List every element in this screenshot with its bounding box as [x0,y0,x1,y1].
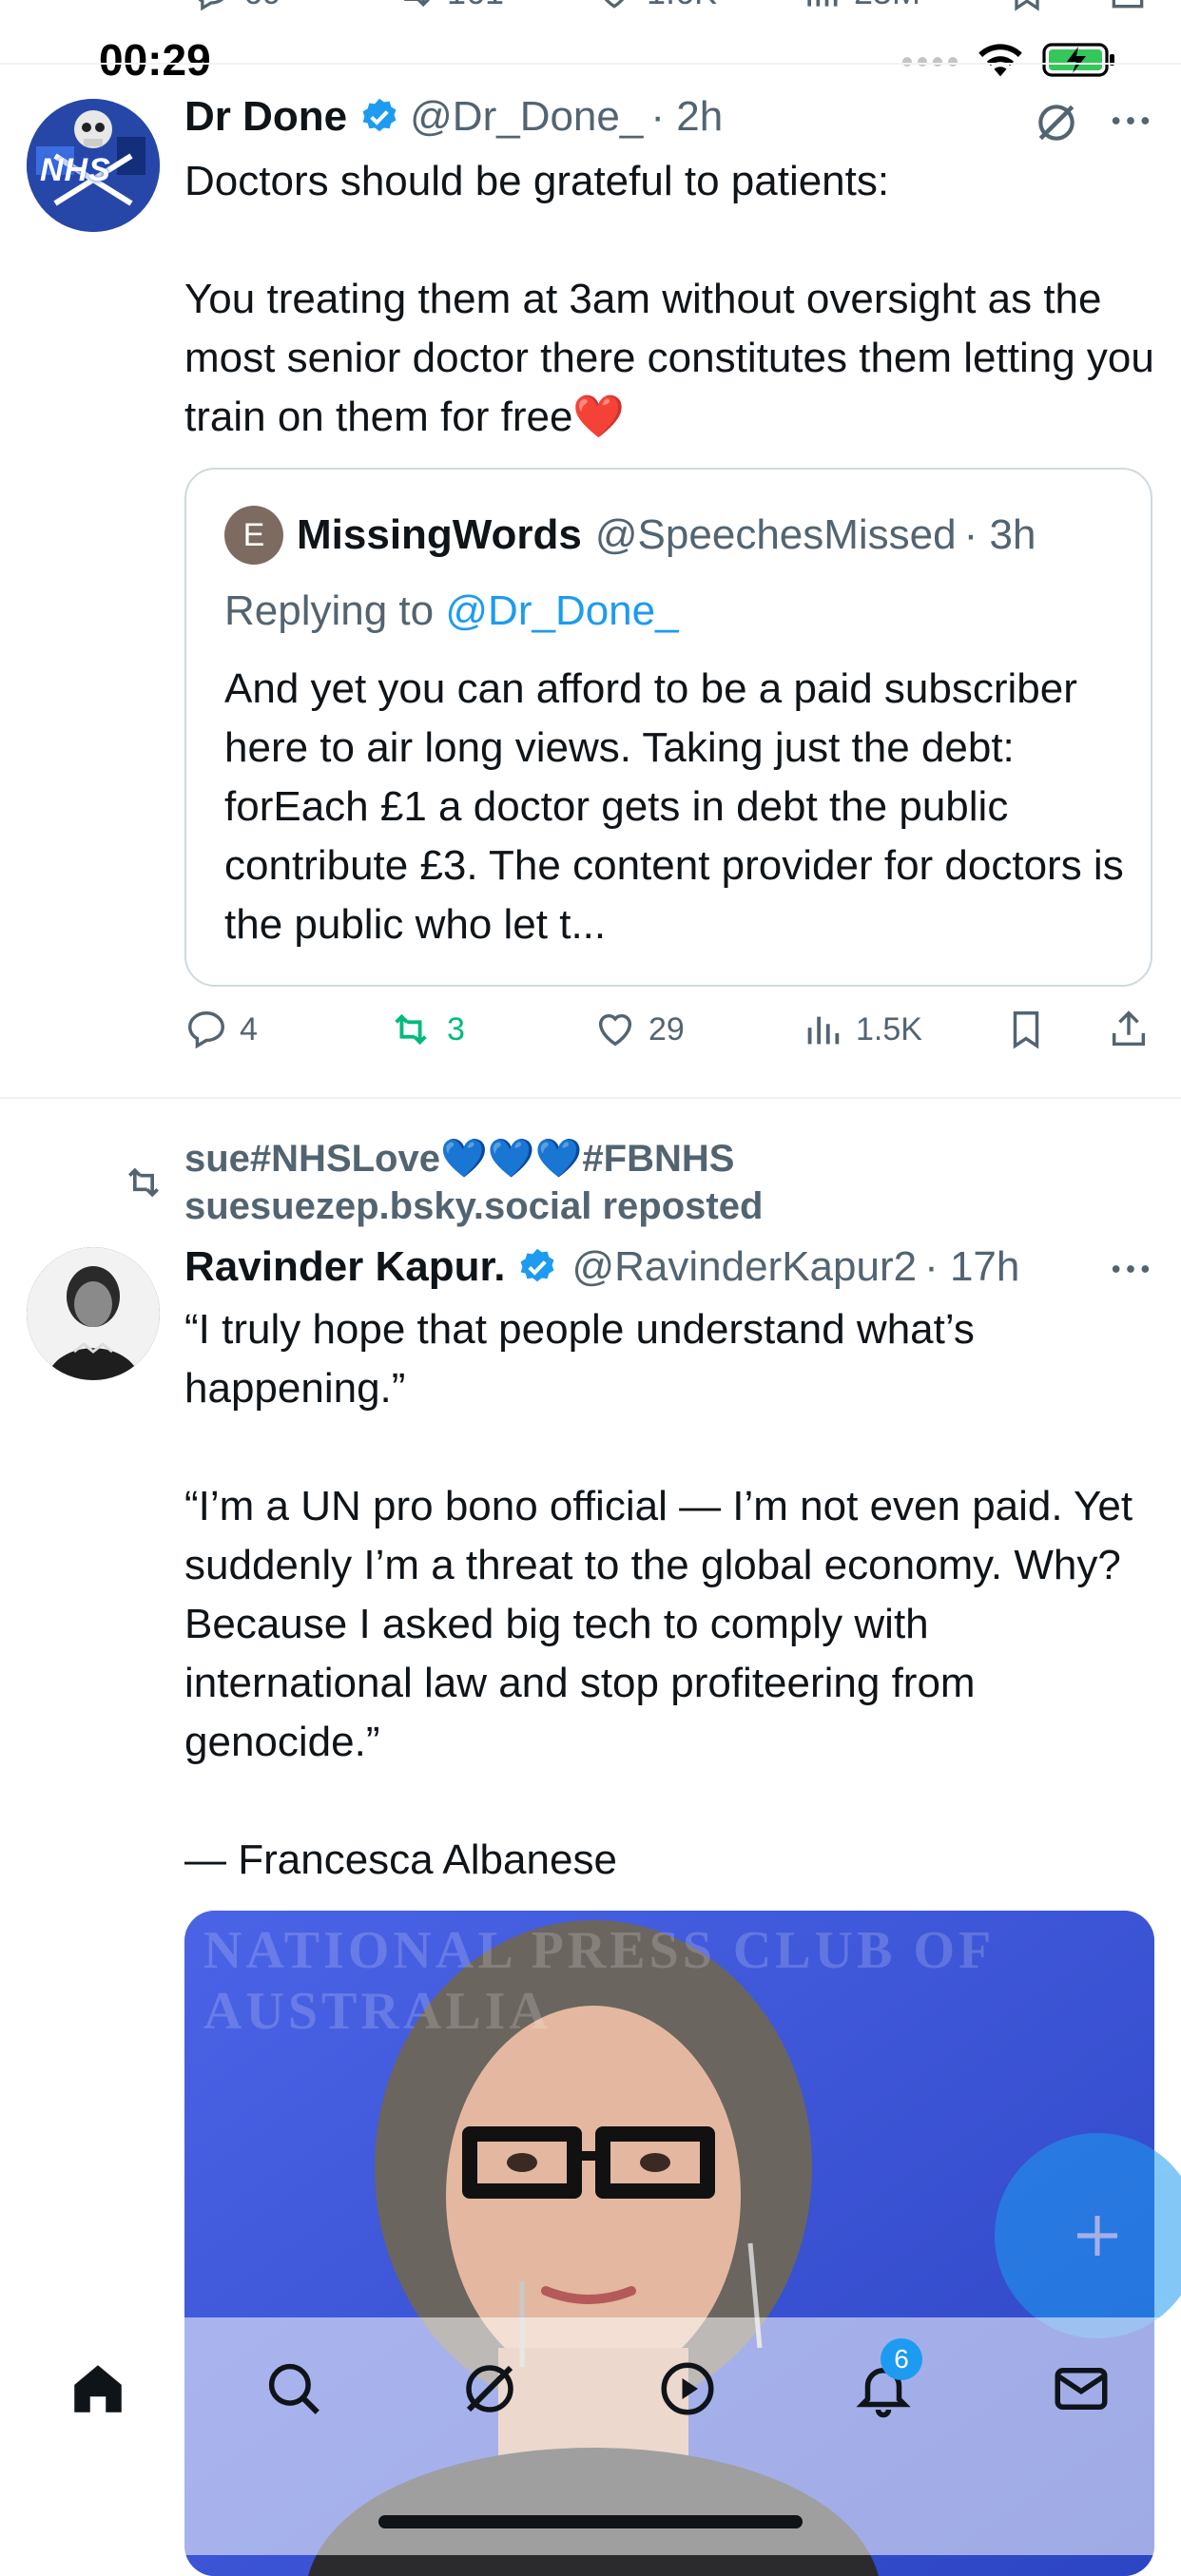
battery-charging-icon [1042,43,1114,77]
share-icon [1112,1010,1146,1047]
notifications-tab[interactable]: 6 [852,2338,922,2420]
tweet-actions: 4 3 29 1.5K [184,1008,1152,1065]
repost-icon [404,0,430,8]
tweet-text: Doctors should be grateful to patients: … [184,158,1154,440]
reply-count: 4 [240,1010,258,1048]
status-time: 00:29 [99,35,211,85]
like-action[interactable]: 29 [593,1008,685,1051]
bookmark-action[interactable] [1006,0,1048,13]
avatar-dr-done[interactable]: NHS [27,99,160,232]
views-action[interactable]: 25M [801,0,920,13]
reply-action[interactable]: 4 [184,1008,258,1051]
verified-badge-icon [521,1248,554,1282]
reply-count: 69 [243,0,281,12]
like-count: 29 [649,1010,685,1048]
more-options-icon[interactable] [1109,1255,1152,1283]
reply-icon [198,0,224,11]
bookmark-icon [1013,1011,1039,1049]
tweet-time: · 2h [650,93,724,140]
messages-icon[interactable] [1050,2357,1113,2420]
home-icon[interactable] [67,2357,129,2420]
reply-icon [188,1011,224,1049]
status-icons [901,40,1118,80]
avatar-ravinder-kapur[interactable] [27,1247,160,1380]
grok-icon[interactable] [1033,99,1080,146]
views-count: 1.5K [856,1010,922,1048]
repost-action[interactable]: 3 [386,1008,465,1051]
bookmark-icon [1015,0,1039,11]
divider [0,1097,1181,1099]
author-name[interactable]: Ravinder Kapur. [184,1243,505,1291]
views-icon [807,1016,840,1045]
quote-header: E MissingWords @SpeechesMissed · 3h [224,506,1036,565]
replying-to-mention[interactable]: @Dr_Done_ [445,587,678,634]
repost-icon [395,1013,427,1046]
tweet-text: “I truly hope that people understand wha… [184,1306,1133,1883]
author-name[interactable]: Dr Done [184,93,347,141]
repost-banner-label: suesuezep.bsky.social reposted [184,1185,764,1227]
like-action[interactable]: 1.6K [593,0,717,13]
tweet-header: Dr Done @Dr_Done_ · 2h [184,93,723,141]
cellular-signal-icon [902,57,958,67]
photo-backdrop-text: NATIONAL PRESS CLUB OF AUSTRALIA [203,1921,994,2041]
share-action[interactable] [1107,0,1149,13]
repost-count: 161 [447,0,504,12]
quote-author-name: MissingWords [297,511,582,558]
views-count: 25M [854,0,920,12]
tweet-time: · 17h [924,1243,1020,1290]
repost-icon [128,1167,159,1198]
grok-icon[interactable] [458,2357,521,2420]
views-icon [807,0,838,7]
divider [0,63,1181,65]
quoted-tweet[interactable]: E MissingWords @SpeechesMissed · 3h Repl… [184,468,1152,987]
notifications-badge: 6 [881,2338,922,2380]
heart-icon [604,0,625,9]
views-action[interactable]: 1.5K [801,1008,922,1051]
repost-banner-user[interactable]: sue#NHSLove💙💙💙#FBNHS [184,1135,734,1182]
quote-avatar: E [224,506,283,565]
portrait-photo [27,1247,160,1380]
heart-icon [598,1013,632,1047]
repost-count: 3 [447,1010,465,1048]
quote-text: And yet you can afford to be a paid subs… [224,665,1124,948]
previous-tweet-actions: 69 161 1.6K 25M [0,0,1181,29]
quote-time: · 3h [963,511,1036,558]
video-play-icon[interactable] [656,2357,719,2420]
replying-to: Replying to @Dr_Done_ [224,587,679,635]
home-indicator [378,2515,803,2528]
tweet-header: Ravinder Kapur. @RavinderKapur2 · 17h [184,1243,1019,1291]
bookmark-action[interactable] [1004,1008,1048,1051]
reply-action[interactable]: 69 [190,0,281,13]
like-count: 1.6K [647,0,717,12]
author-handle[interactable]: @Dr_Done_ [410,93,643,141]
quote-author-handle: @SpeechesMissed [594,511,957,558]
wifi-icon [978,44,1022,77]
avatar-nhs-text: NHS [40,152,111,188]
verified-badge-icon [362,98,397,132]
search-icon[interactable] [262,2357,325,2420]
more-options-icon[interactable] [1109,106,1152,135]
share-action[interactable] [1107,1008,1151,1051]
share-icon [1112,0,1144,9]
replying-to-label: Replying to [224,587,435,634]
repost-action[interactable]: 161 [394,0,504,13]
plus-icon [1077,2216,1117,2256]
author-handle[interactable]: @RavinderKapur2 [571,1243,917,1291]
